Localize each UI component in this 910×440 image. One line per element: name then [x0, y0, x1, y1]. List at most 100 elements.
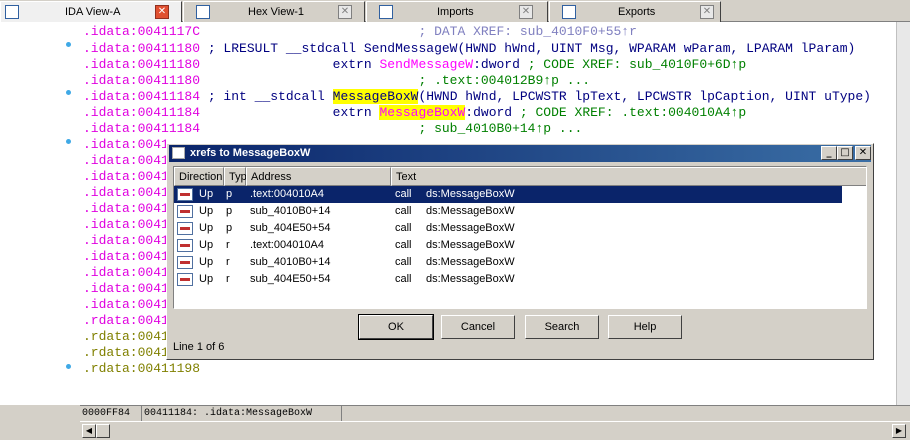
row-instruction: call: [395, 256, 412, 268]
table-row[interactable]: Up r sub_4010B0+14 call ds:MessageBoxW: [174, 254, 842, 271]
listing-line[interactable]: .idata:00411184 extrn MessageBoxW:dword …: [83, 105, 746, 121]
maximize-button[interactable]: □: [837, 146, 853, 160]
listing-line[interactable]: .idata:0041: [83, 185, 169, 201]
listing-line[interactable]: .idata:0041: [83, 153, 169, 169]
tab-hex-view-1[interactable]: Hex View-1 ✕: [183, 1, 365, 22]
row-address: .text:004010A4: [250, 188, 325, 200]
listing-line[interactable]: .rdata:0041: [83, 313, 169, 329]
tab-label: IDA View-A: [65, 6, 121, 18]
xref-up-icon: [177, 205, 193, 218]
close-icon[interactable]: ✕: [700, 5, 714, 19]
xrefs-table[interactable]: Direction Typ Address Text Up p .text:00…: [173, 166, 867, 309]
ida-window: IDA View-A ✕ Hex View-1 ✕ Imports ✕ Expo…: [0, 0, 910, 440]
row-operand: ds:MessageBoxW: [426, 222, 515, 234]
close-button[interactable]: ✕: [855, 146, 871, 160]
line-marker-dot: [66, 139, 71, 144]
listing-gutter[interactable]: [0, 22, 80, 405]
row-direction: Up: [199, 205, 214, 217]
row-direction: Up: [199, 273, 214, 285]
row-direction: Up: [199, 256, 214, 268]
listing-line[interactable]: .idata:00411180 ; LRESULT __stdcall Send…: [83, 41, 855, 57]
listing-line[interactable]: .idata:0041: [83, 217, 169, 233]
tab-exports[interactable]: Exports ✕: [549, 1, 721, 22]
listing-line[interactable]: .idata:0041: [83, 297, 169, 313]
table-vertical-scrollbar[interactable]: [842, 186, 866, 308]
row-operand: ds:MessageBoxW: [426, 273, 515, 285]
file-offset: 0000FF84: [80, 406, 142, 421]
highlighted-symbol[interactable]: MessageBoxW: [332, 89, 419, 104]
xref-up-icon: [177, 239, 193, 252]
listing-line[interactable]: .idata:0041: [83, 281, 169, 297]
horizontal-scrollbar[interactable]: ◀ ▶: [80, 421, 910, 440]
listing-line[interactable]: .idata:0041: [83, 201, 169, 217]
tab-label: Exports: [618, 6, 656, 18]
listing-line[interactable]: .idata:00411184 ; sub_4010B0+14↑p ...: [83, 121, 582, 137]
help-button[interactable]: Help: [608, 315, 682, 339]
line-marker-dot: [66, 364, 71, 369]
xref-up-icon: [177, 222, 193, 235]
xrefs-icon: [172, 147, 185, 159]
dialog-title-bar[interactable]: xrefs to MessageBoxW _ □ ✕: [169, 145, 871, 162]
listing-line[interactable]: .idata:0041117C ; DATA XREF: sub_4010F0+…: [83, 24, 637, 40]
row-operand: ds:MessageBoxW: [426, 256, 515, 268]
ok-button[interactable]: OK: [358, 314, 434, 340]
row-direction: Up: [199, 222, 214, 234]
close-icon[interactable]: ✕: [338, 5, 352, 19]
row-type: p: [226, 205, 233, 217]
xref-up-icon: [177, 256, 193, 269]
row-instruction: call: [395, 205, 412, 217]
listing-line[interactable]: .idata:00411184 ; int __stdcall MessageB…: [83, 89, 871, 105]
row-address: sub_4010B0+14: [250, 256, 331, 268]
listing-line[interactable]: .idata:0041: [83, 233, 169, 249]
listing-line[interactable]: .idata:00411180 extrn SendMessageW:dword…: [83, 57, 746, 73]
column-header-text[interactable]: Text: [391, 167, 866, 186]
exports-icon: [562, 5, 576, 19]
listing-line[interactable]: .rdata:00411198: [83, 361, 200, 377]
scroll-right-icon[interactable]: ▶: [892, 424, 906, 438]
row-type: r: [226, 239, 230, 251]
column-header-address[interactable]: Address: [246, 167, 391, 186]
close-icon[interactable]: ✕: [155, 5, 169, 19]
tab-label: Imports: [437, 6, 474, 18]
search-button[interactable]: Search: [525, 315, 599, 339]
table-row[interactable]: Up r sub_404E50+54 call ds:MessageBoxW: [174, 271, 842, 288]
current-location: 00411184: .idata:MessageBoxW: [142, 406, 342, 421]
row-instruction: call: [395, 188, 412, 200]
minimize-button[interactable]: _: [821, 146, 837, 160]
scroll-left-icon[interactable]: ◀: [82, 424, 96, 438]
listing-line[interactable]: .idata:0041: [83, 169, 169, 185]
row-type: r: [226, 256, 230, 268]
line-marker-dot: [66, 90, 71, 95]
hex-icon: [196, 5, 210, 19]
listing-line[interactable]: .rdata:0041: [83, 329, 169, 345]
listing-line[interactable]: .idata:0041: [83, 265, 169, 281]
row-address: .text:004010A4: [250, 239, 325, 251]
highlighted-symbol[interactable]: MessageBoxW: [379, 105, 466, 120]
listing-line[interactable]: .idata:00411180 ; .text:004012B9↑p ...: [83, 73, 590, 89]
row-instruction: call: [395, 222, 412, 234]
listing-vertical-scrollbar[interactable]: [896, 22, 910, 405]
row-address: sub_4010B0+14: [250, 205, 331, 217]
listing-line[interactable]: .idata:0041: [83, 137, 169, 153]
imports-icon: [379, 5, 393, 19]
row-direction: Up: [199, 239, 214, 251]
row-type: r: [226, 273, 230, 285]
disassembly-icon: [5, 5, 19, 19]
table-row[interactable]: Up r .text:004010A4 call ds:MessageBoxW: [174, 237, 842, 254]
table-header: Direction Typ Address Text: [174, 167, 866, 186]
row-address: sub_404E50+54: [250, 273, 331, 285]
tab-ida-view-a[interactable]: IDA View-A ✕: [0, 1, 182, 22]
status-bar: 0000FF84 00411184: .idata:MessageBoxW: [80, 405, 910, 421]
column-header-type[interactable]: Typ: [224, 167, 247, 186]
listing-line[interactable]: .idata:0041: [83, 249, 169, 265]
close-icon[interactable]: ✕: [519, 5, 533, 19]
column-header-direction[interactable]: Direction: [174, 167, 224, 186]
cancel-button[interactable]: Cancel: [441, 315, 515, 339]
scroll-thumb[interactable]: [96, 424, 110, 438]
xref-up-icon: [177, 273, 193, 286]
tab-imports[interactable]: Imports ✕: [366, 1, 548, 22]
tab-label: Hex View-1: [248, 6, 305, 18]
table-row[interactable]: Up p .text:004010A4 call ds:MessageBoxW: [174, 186, 842, 203]
table-row[interactable]: Up p sub_404E50+54 call ds:MessageBoxW: [174, 220, 842, 237]
table-row[interactable]: Up p sub_4010B0+14 call ds:MessageBoxW: [174, 203, 842, 220]
